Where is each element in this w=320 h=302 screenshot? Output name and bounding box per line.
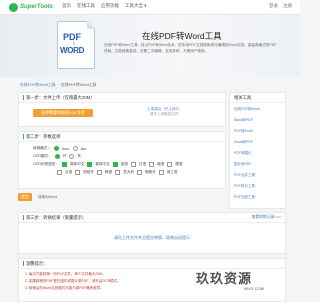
upload-status: 上传成功（已上传0） 请勿上传敏感文件 bbox=[147, 107, 181, 117]
page-fold-icon bbox=[87, 21, 95, 29]
parameters-panel-title: 第二步：参数选择 bbox=[26, 134, 61, 139]
lang-checkbox[interactable] bbox=[167, 162, 173, 167]
format-label: 转换格式： bbox=[33, 146, 51, 150]
select-file-button[interactable]: 选择需要转换的PDF文件 bbox=[33, 109, 93, 117]
upload-panel-title: 第一步：文件上传（仅限最大20M） bbox=[26, 95, 95, 100]
nav-links: 首页 在线工具 应用功能 工具大全 ▾ bbox=[62, 3, 147, 9]
result-message: 请先上传文件并且提交转换，结果自动提示 bbox=[114, 235, 190, 240]
lang-option-label: 德语 bbox=[175, 162, 183, 166]
top-navbar: SuperTools 首页 在线工具 应用功能 工具大全 ▾ 登录 注册 bbox=[0, 0, 300, 15]
format-docx-label: docx bbox=[61, 146, 70, 151]
lang-checkbox[interactable] bbox=[75, 170, 81, 175]
hero-description: 在线PDF转Word工具 - 将以PDF转Word技术，把本地PDF文档转换成可… bbox=[104, 43, 277, 53]
watermark-title: 玖玖资源 bbox=[196, 271, 253, 286]
logo-icon bbox=[9, 2, 18, 12]
result-panel-header: 第三步：转换结果（限量提示） bbox=[19, 213, 285, 223]
result-panel-title: 第三步：转换结果（限量提示） bbox=[26, 215, 87, 220]
lang-checkbox[interactable] bbox=[149, 162, 155, 167]
lang-checkbox[interactable] bbox=[96, 170, 102, 175]
history-link[interactable]: 查看转换记录>>> bbox=[252, 213, 281, 222]
sidebar-link[interactable]: 图片转PDF bbox=[234, 162, 252, 167]
lang-option-label: 俄语 bbox=[157, 162, 165, 166]
hero-banner: PDF ⇩ WORD 在线PDF转Word工具 在线PDF转Word工具 - 将… bbox=[0, 15, 300, 77]
ocr-language-label: OCR识别语言： bbox=[33, 162, 59, 166]
pdf-to-word-graphic: PDF ⇩ WORD bbox=[57, 21, 95, 69]
parameters-panel: 第二步：参数选择 转换格式： docx doc OCR模式： 开 关 OCR识别… bbox=[18, 131, 226, 189]
watermark-subtitle: 99YZ.COM bbox=[244, 286, 265, 291]
lang-checkbox[interactable] bbox=[115, 170, 121, 175]
sidebar-link[interactable]: Word转PDF bbox=[234, 118, 253, 123]
ocr-on-radio[interactable] bbox=[54, 154, 60, 159]
lang-checkbox[interactable] bbox=[158, 170, 164, 175]
format-doc-radio[interactable] bbox=[72, 146, 78, 151]
lang-option-label: 英语 bbox=[120, 162, 128, 166]
upload-panel: 第一步：文件上传（仅限最大20M） 选择需要转换的PDF文件 上传成功（已上传0… bbox=[18, 92, 226, 127]
lang-option-label: 意大利 bbox=[123, 170, 134, 174]
format-docx-radio[interactable] bbox=[53, 146, 59, 151]
graphic-word-text: WORD bbox=[60, 46, 85, 55]
breadcrumb: 在线PDF转Word工具 › 在线PDF转Word工具 bbox=[20, 83, 96, 88]
ocr-option-row: OCR模式： 开 关 bbox=[33, 154, 81, 159]
lang-option-label: 简体中文 bbox=[69, 162, 85, 166]
parameters-panel-header: 第二步：参数选择 bbox=[19, 132, 225, 142]
tip-item: 2. 如果转换的PDF是扫描件或图片型PDF，请开启OCR模式。 bbox=[25, 279, 121, 283]
nav-account: 登录 注册 bbox=[269, 3, 292, 9]
lang-checkbox[interactable] bbox=[57, 170, 62, 175]
lang-option-label: 韩语 bbox=[104, 170, 113, 174]
lang-option-label: 日语 bbox=[138, 162, 147, 166]
ocr-off-radio[interactable] bbox=[69, 154, 75, 159]
related-tools-sidebar: 相关工具 在线PDF转Word Word转PDF PDF转Excel Excel… bbox=[229, 92, 286, 209]
tips-list: 1. 每次只能转换一份PDF文件，单个文件最大20M。 2. 如果转换的PDF是… bbox=[25, 271, 121, 292]
sidebar-link[interactable]: PDF转图片 bbox=[234, 151, 252, 156]
submit-label: 转换为Word bbox=[38, 195, 58, 199]
format-doc-label: doc bbox=[80, 146, 87, 151]
ocr-language-row-2: 法语 西班牙 韩语 意大利 葡萄牙 荷兰语 bbox=[57, 170, 178, 175]
lang-checkbox[interactable] bbox=[130, 162, 136, 167]
sidebar-link[interactable]: PDF拆分工具 bbox=[234, 184, 255, 189]
lang-option-label: 法语 bbox=[65, 170, 73, 174]
nav-link-features[interactable]: 应用功能 bbox=[101, 3, 119, 9]
submit-button[interactable]: 提交 bbox=[18, 193, 32, 201]
ocr-label: OCR模式： bbox=[33, 154, 52, 158]
breadcrumb-current: 在线PDF转Word工具 bbox=[60, 83, 97, 87]
ocr-on-label: 开 bbox=[62, 154, 67, 158]
nav-link-home[interactable]: 首页 bbox=[62, 3, 71, 9]
nav-link-all-tools[interactable]: 工具大全 ▾ bbox=[125, 3, 147, 9]
upload-warning-text: 请勿上传敏感文件 bbox=[149, 112, 179, 116]
sidebar-link[interactable]: PDF加密工具 bbox=[234, 195, 255, 200]
tip-item: 3. 转换后的Word文档格式可能与原PDF略有差异。 bbox=[25, 286, 104, 290]
lang-option-label: 葡萄牙 bbox=[144, 170, 156, 174]
breadcrumb-home[interactable]: 在线PDF转Word工具 bbox=[20, 83, 56, 87]
upload-panel-header: 第一步：文件上传（仅限最大20M） bbox=[19, 93, 225, 103]
tips-title: 温馨提示： bbox=[26, 261, 48, 266]
sidebar-link[interactable]: PDF转Excel bbox=[234, 129, 253, 134]
register-link[interactable]: 注册 bbox=[283, 3, 292, 9]
lang-option-label: 西班牙 bbox=[83, 170, 94, 174]
result-panel: 第三步：转换结果（限量提示） 查看转换记录>>> 请先上传文件并且提交转换，结果… bbox=[18, 212, 286, 254]
nav-link-tools[interactable]: 在线工具 bbox=[77, 3, 95, 9]
lang-checkbox[interactable] bbox=[136, 170, 142, 175]
sidebar-link[interactable]: Excel转PDF bbox=[234, 140, 253, 145]
hero-title: 在线PDF转Word工具 bbox=[142, 31, 222, 41]
ocr-language-row: OCR识别语言： 简体中文 繁体中文 英语 日语 俄语 德语 bbox=[33, 162, 182, 167]
lang-checkbox[interactable] bbox=[61, 162, 67, 167]
tip-item: 1. 每次只能转换一份PDF文件，单个文件最大20M。 bbox=[25, 272, 106, 276]
ocr-off-label: 关 bbox=[77, 154, 81, 158]
lang-checkbox[interactable] bbox=[112, 162, 118, 167]
breadcrumb-separator: › bbox=[57, 83, 59, 87]
sidebar-title: 相关工具 bbox=[230, 93, 285, 103]
lang-option-label: 繁体中文 bbox=[95, 162, 110, 166]
lang-option-label: 荷兰语 bbox=[166, 170, 178, 174]
login-link[interactable]: 登录 bbox=[269, 3, 278, 9]
sidebar-link[interactable]: PDF合并工具 bbox=[234, 173, 255, 178]
logo-text: SuperTools bbox=[20, 4, 53, 10]
site-logo[interactable]: SuperTools bbox=[9, 2, 53, 12]
lang-checkbox[interactable] bbox=[87, 162, 93, 167]
sidebar-link[interactable]: 在线PDF转Word bbox=[234, 107, 260, 112]
format-option-row: 转换格式： docx doc bbox=[33, 146, 86, 151]
